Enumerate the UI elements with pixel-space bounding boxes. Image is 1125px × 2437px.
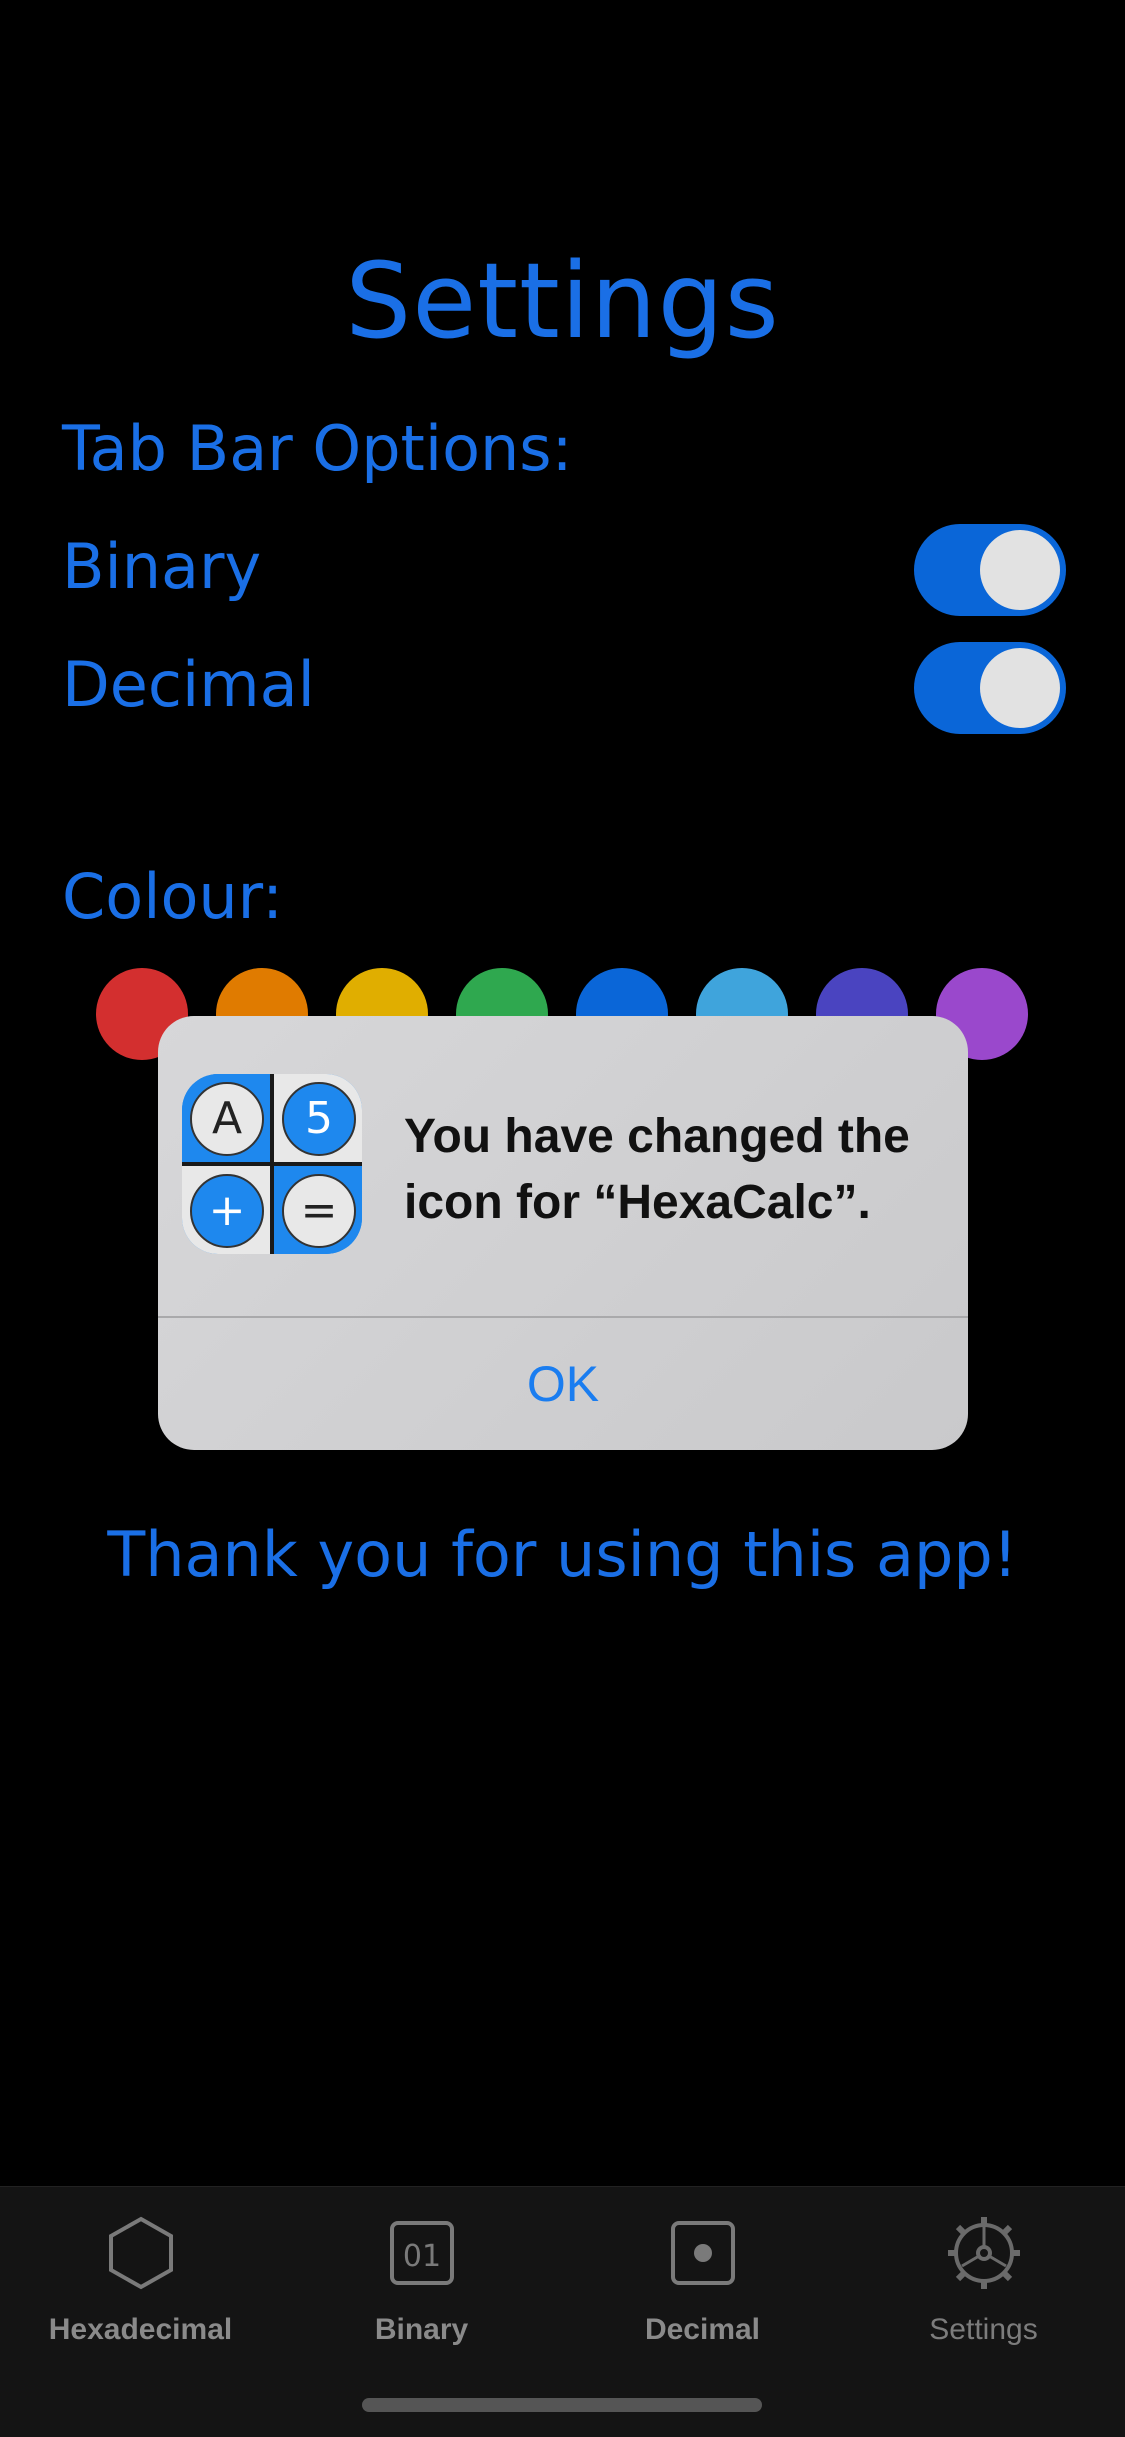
tab-binary[interactable]: 01 Binary (281, 2213, 562, 2363)
tab-decimal[interactable]: Decimal (562, 2213, 843, 2363)
app-icon: A 5 + = (182, 1074, 362, 1254)
alert-ok-button[interactable]: OK (158, 1318, 968, 1450)
binary-01-icon: 01 (389, 2221, 454, 2285)
colour-label: Colour: (62, 860, 283, 933)
icon-letter-a: A (190, 1082, 264, 1156)
page-title: Settings (345, 240, 780, 362)
toggle-knob (980, 648, 1060, 728)
equals-icon: = (282, 1174, 356, 1248)
binary-toggle[interactable] (914, 524, 1066, 616)
alert-message: You have changed the icon for “HexaCalc”… (404, 1110, 910, 1229)
thank-you-message: Thank you for using this app! (107, 1518, 1018, 1591)
tab-bar-options-label: Tab Bar Options: (62, 412, 573, 485)
hexagon-icon (108, 2216, 173, 2290)
icon-digit-five: 5 (282, 1082, 356, 1156)
decimal-toggle-label: Decimal (62, 648, 315, 721)
tab-settings[interactable]: Settings (843, 2213, 1124, 2363)
tab-label: Hexadecimal (48, 2313, 233, 2346)
home-indicator[interactable] (362, 2398, 762, 2412)
decimal-dot-icon (670, 2221, 735, 2285)
tab-label: Binary (374, 2313, 469, 2346)
toggle-knob (980, 530, 1060, 610)
tab-label: Settings (929, 2313, 1038, 2346)
svg-text:01: 01 (402, 2239, 440, 2274)
gear-icon (947, 2217, 1020, 2289)
settings-screen: Settings Tab Bar Options: Binary Decimal… (0, 0, 1125, 2437)
tab-label: Decimal (644, 2313, 761, 2346)
decimal-toggle[interactable] (914, 642, 1066, 734)
tab-hexadecimal[interactable]: Hexadecimal (0, 2213, 281, 2363)
binary-toggle-label: Binary (62, 530, 262, 603)
icon-changed-alert: A 5 + = You have changed the icon for “H… (158, 1016, 968, 1450)
plus-icon: + (190, 1174, 264, 1248)
